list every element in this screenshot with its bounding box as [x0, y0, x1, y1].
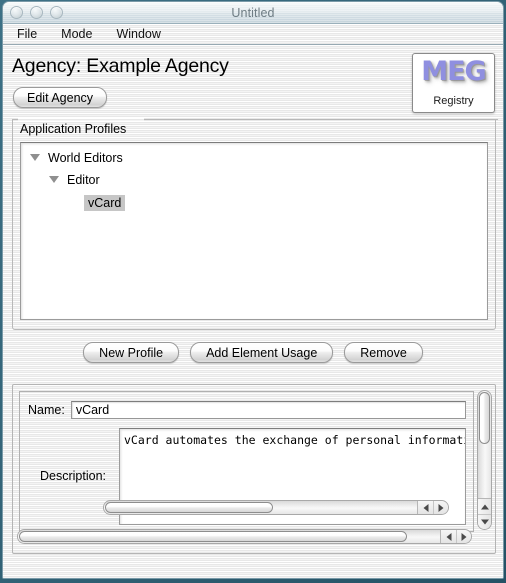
window-bottom-strip	[3, 563, 503, 578]
scroll-right-arrow-icon[interactable]	[433, 501, 448, 514]
tree-item-world-editors[interactable]: World Editors	[21, 148, 487, 167]
revert-button[interactable]: Revert	[411, 578, 490, 579]
menu-mode[interactable]: Mode	[61, 24, 92, 45]
application-profiles-legend: Application Profiles	[20, 122, 127, 136]
scrollbar-arrows	[417, 501, 448, 514]
application-window: Untitled File Mode Window Agency: Exampl…	[2, 1, 504, 579]
name-label: Name:	[28, 403, 65, 417]
group-legend-mask	[18, 118, 144, 121]
menubar: File Mode Window	[3, 24, 503, 45]
close-button-icon[interactable]	[10, 6, 23, 19]
scrollbar-track[interactable]	[104, 501, 417, 514]
scroll-left-arrow-icon[interactable]	[441, 530, 456, 543]
agency-header: Agency: Example Agency Edit Agency MEG R…	[3, 45, 503, 119]
description-text: vCard automates the exchange of personal…	[124, 433, 466, 447]
detail-vertical-scrollbar[interactable]	[477, 390, 492, 530]
zoom-button-icon[interactable]	[50, 6, 63, 19]
window-content: Agency: Example Agency Edit Agency MEG R…	[3, 45, 503, 579]
scroll-up-arrow-icon[interactable]	[478, 499, 491, 514]
tree-item-label: vCard	[84, 194, 126, 211]
detail-horizontal-scrollbar[interactable]	[17, 529, 472, 544]
description-label: Description:	[40, 469, 106, 483]
scrollbar-thumb[interactable]	[19, 531, 407, 542]
change-button[interactable]: Change	[315, 578, 401, 579]
scrollbar-arrows	[478, 498, 491, 529]
tree-item-label: Editor	[67, 172, 100, 187]
scrollbar-arrows	[440, 530, 471, 543]
menu-file[interactable]: File	[17, 24, 37, 45]
menu-window[interactable]: Window	[116, 24, 160, 45]
meg-registry-logo: MEG Registry	[412, 53, 495, 113]
detail-footer-toolbar: Change Revert	[315, 578, 490, 579]
application-profiles-group: Application Profiles World Editors Edito…	[12, 118, 498, 330]
meg-logo-caption: Registry	[433, 95, 474, 107]
page-title: Agency: Example Agency	[12, 55, 229, 77]
tree-item-label: World Editors	[48, 150, 123, 165]
scrollbar-track[interactable]	[478, 391, 491, 498]
window-titlebar[interactable]: Untitled	[3, 2, 503, 24]
desktop-background: Untitled File Mode Window Agency: Exampl…	[0, 0, 506, 583]
window-controls	[10, 6, 63, 19]
profile-actions-toolbar: New Profile Add Element Usage Remove	[3, 342, 503, 363]
disclosure-triangle-icon[interactable]	[30, 152, 41, 163]
application-profiles-tree[interactable]: World Editors Editor vCard	[20, 142, 488, 320]
new-profile-button[interactable]: New Profile	[83, 342, 180, 363]
description-horizontal-scrollbar[interactable]	[103, 500, 449, 515]
remove-button[interactable]: Remove	[344, 342, 423, 363]
disclosure-triangle-icon[interactable]	[49, 174, 60, 185]
scrollbar-track[interactable]	[18, 530, 440, 543]
add-element-usage-button[interactable]: Add Element Usage	[190, 342, 334, 363]
minimize-button-icon[interactable]	[30, 6, 43, 19]
edit-agency-button[interactable]: Edit Agency	[13, 87, 108, 108]
tree-item-editor[interactable]: Editor	[21, 170, 487, 189]
meg-logo-text: MEG	[421, 56, 486, 87]
scrollbar-thumb[interactable]	[479, 392, 490, 444]
window-title: Untitled	[231, 6, 275, 20]
scroll-down-arrow-icon[interactable]	[478, 514, 491, 529]
name-field-row: Name:	[28, 401, 466, 419]
name-input[interactable]	[70, 401, 466, 419]
scroll-left-arrow-icon[interactable]	[418, 501, 433, 514]
tree-item-vcard[interactable]: vCard	[21, 193, 487, 212]
scroll-right-arrow-icon[interactable]	[456, 530, 471, 543]
scrollbar-thumb[interactable]	[105, 502, 273, 513]
